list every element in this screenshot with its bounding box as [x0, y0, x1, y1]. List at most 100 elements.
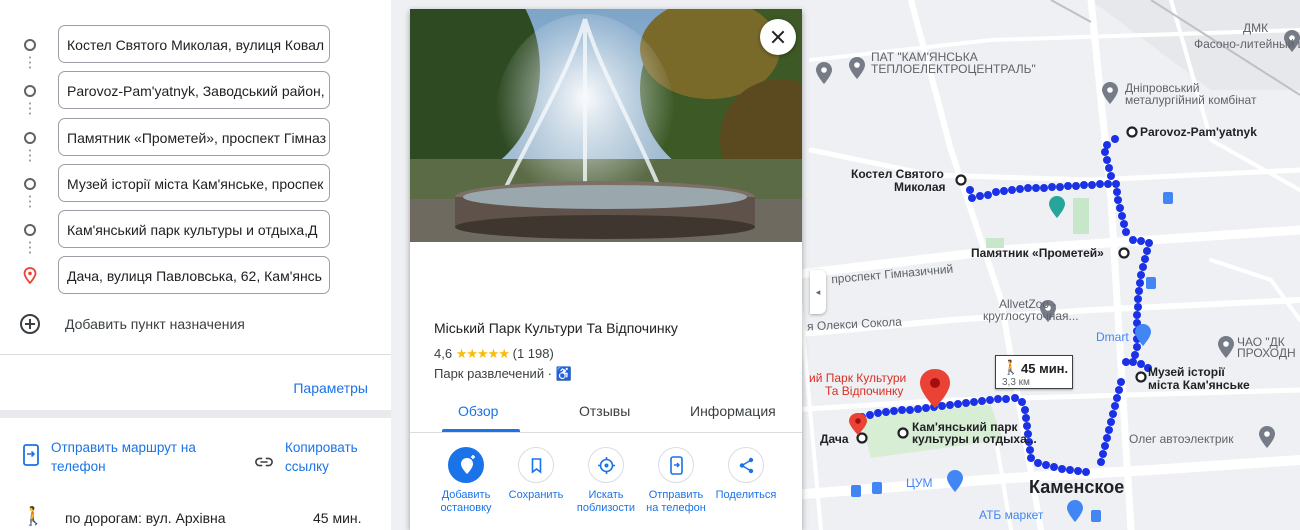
tab-overview[interactable]: Обзор [458, 403, 498, 419]
stop-input-3[interactable]: Памятник «Прометей», проспект Гімназ [58, 118, 330, 156]
search-nearby-button[interactable]: Искать поблизости [568, 447, 644, 515]
route-stop-4: Музей історії міста Кам'янське, проспек [0, 164, 391, 204]
add-stop-icon [448, 447, 484, 483]
copy-link-label-2: ссылку [285, 459, 329, 474]
search-nearby-label-1: Искать [588, 489, 624, 501]
tab-about[interactable]: Информация [690, 403, 776, 419]
route-stop-2: Parovoz-Pam'yatnyk, Заводський район, [0, 71, 391, 111]
rating-stars-icon: ★★★★★ [455, 346, 510, 361]
send-to-phone-label-1: Отправить [648, 489, 704, 501]
map-label-kamenskoe: Каменское [1029, 477, 1125, 497]
walk-callout-time: 45 мин. [1021, 361, 1069, 376]
stop-input-1[interactable]: Костел Святого Миколая, вулиця Ковал [58, 25, 330, 63]
add-destination-button[interactable]: Добавить пункт назначения [20, 312, 360, 336]
save-button[interactable]: Сохранить [498, 447, 574, 502]
walking-icon: 🚶 [22, 506, 45, 526]
save-label: Сохранить [508, 489, 564, 501]
place-category: Парк развлечений · [434, 366, 553, 381]
map-label-park-selected-1: ий Парк Культури [809, 371, 907, 385]
waypoint-circle-icon [24, 39, 36, 51]
walk-callout-distance: 3,3 км [1002, 377, 1030, 388]
route-panel: Костел Святого Миколая, вулиця Ковал Par… [0, 0, 391, 530]
route-dots [29, 148, 31, 162]
waypoint-circle-icon [24, 178, 36, 190]
reviews-count: (1 198) [512, 346, 554, 361]
map-label-dmk: ДМК [1243, 21, 1269, 35]
add-stop-label-1: Добавить [441, 489, 491, 501]
map-label-parovoz: Parovoz-Pam'yatnyk [1140, 125, 1257, 139]
divider [0, 354, 391, 355]
route-stop-6: Дача, вулиця Павловська, 62, Кам'янсь [0, 256, 391, 296]
map-label-museum-1: Музей історії [1148, 365, 1225, 379]
collapse-side-panel-button[interactable]: ◂ [810, 270, 826, 314]
place-card: Міський Парк Культури Та Відпочинку 4,6 … [410, 9, 802, 530]
rating-value: 4,6 [434, 346, 453, 361]
map-label-atb: АТБ маркет [979, 508, 1044, 522]
stop-input-2[interactable]: Parovoz-Pam'yatnyk, Заводський район, [58, 71, 330, 109]
rating-row[interactable]: 4,6 ★★★★★ (1 198) [434, 346, 554, 362]
send-route-label-1: Отправить маршрут на [51, 440, 196, 455]
map-label-foundry: Фасоно-литейный цех [1194, 37, 1300, 51]
search-nearby-label-2: поблизости [576, 502, 636, 514]
waypoint-circle-icon [24, 85, 36, 97]
wheelchair-icon: ♿ [555, 366, 572, 381]
walking-icon: 🚶 [1002, 359, 1020, 375]
walk-route-summary[interactable]: 🚶 по дорогам: вул. Архівна 45 мин. [0, 502, 391, 530]
route-dots [29, 194, 31, 208]
map-label-dmart: Dmart [1096, 330, 1129, 344]
fountain-photo-image [410, 9, 802, 242]
map-label-kostel-1: Костел Святого [851, 167, 944, 181]
map-label-park-selected-2: Та Відпочинку [825, 384, 904, 398]
share-button[interactable]: Поделиться [708, 447, 784, 502]
map-label-chao-2: ПРОХОДН [1237, 346, 1296, 360]
map-label-kostel-2: Миколая [894, 180, 946, 194]
send-to-phone-label-2: на телефон [646, 502, 706, 514]
map-label-tec-2: ТЕПЛОЕЛЕКТРОЦЕНТРАЛЬ" [871, 62, 1036, 76]
copy-link-label-1: Копировать [285, 440, 358, 455]
link-icon [255, 457, 273, 467]
stop-input-4[interactable]: Музей історії міста Кам'янське, проспек [58, 164, 330, 202]
walk-duration: 45 мин. [313, 510, 362, 526]
add-stop-label-2: остановку [440, 502, 492, 514]
walk-time-callout[interactable]: 🚶 45 мин. 3,3 км [995, 355, 1073, 389]
add-stop-button[interactable]: Добавить остановку [428, 447, 504, 515]
route-stop-3: Памятник «Прометей», проспект Гімназ [0, 118, 391, 158]
route-dots [29, 101, 31, 115]
copy-link-button[interactable]: Копировать ссылку [255, 438, 375, 478]
send-route-label-2: телефон [51, 459, 106, 474]
category-row: Парк развлечений · ♿ [434, 366, 572, 382]
map-label-tsum: ЦУМ [906, 476, 933, 490]
nearby-icon [588, 447, 624, 483]
share-icon [728, 447, 764, 483]
section-separator [0, 410, 391, 418]
route-stop-5: Кам'янський парк культуры и отдыха,Д [0, 210, 391, 250]
send-to-phone-icon [23, 444, 39, 466]
destination-pin-icon [23, 267, 37, 284]
send-route-to-phone-button[interactable]: Отправить маршрут на телефон [22, 438, 242, 478]
share-label: Поделиться [715, 489, 777, 501]
place-photo[interactable] [410, 9, 802, 242]
route-dots [29, 240, 31, 254]
send-to-phone-icon [658, 447, 694, 483]
add-destination-label: Добавить пункт назначения [65, 316, 245, 332]
bookmark-icon [518, 447, 554, 483]
map-label-dmk-plant-2: металургійний комбінат [1125, 93, 1257, 107]
waypoint-circle-icon [24, 224, 36, 236]
add-circle-icon [20, 314, 40, 334]
options-link[interactable]: Параметры [293, 380, 368, 396]
map-label-allvet-2: круглосуточная... [983, 309, 1079, 323]
send-to-phone-button[interactable]: Отправить на телефон [638, 447, 714, 515]
waypoint-circle-icon [24, 132, 36, 144]
map-label-dacha: Дача [820, 432, 849, 446]
walk-route-label: по дорогам: вул. Архівна [65, 510, 226, 526]
stop-input-5[interactable]: Кам'янський парк культуры и отдыха,Д [58, 210, 330, 248]
close-card-button[interactable] [760, 19, 796, 55]
map-label-museum-2: міста Кам'янське [1148, 378, 1250, 392]
tab-reviews[interactable]: Отзывы [579, 403, 630, 419]
map-label-oleg: Олег автоэлектрик [1129, 432, 1234, 446]
stop-input-6[interactable]: Дача, вулиця Павловська, 62, Кам'янсь [58, 256, 330, 294]
route-stop-1: Костел Святого Миколая, вулиця Ковал [0, 25, 391, 65]
place-title: Міський Парк Культури Та Відпочинку [434, 320, 678, 336]
map-label-kam-park-2: культуры и отдыха... [912, 432, 1037, 446]
route-dots [29, 55, 31, 69]
